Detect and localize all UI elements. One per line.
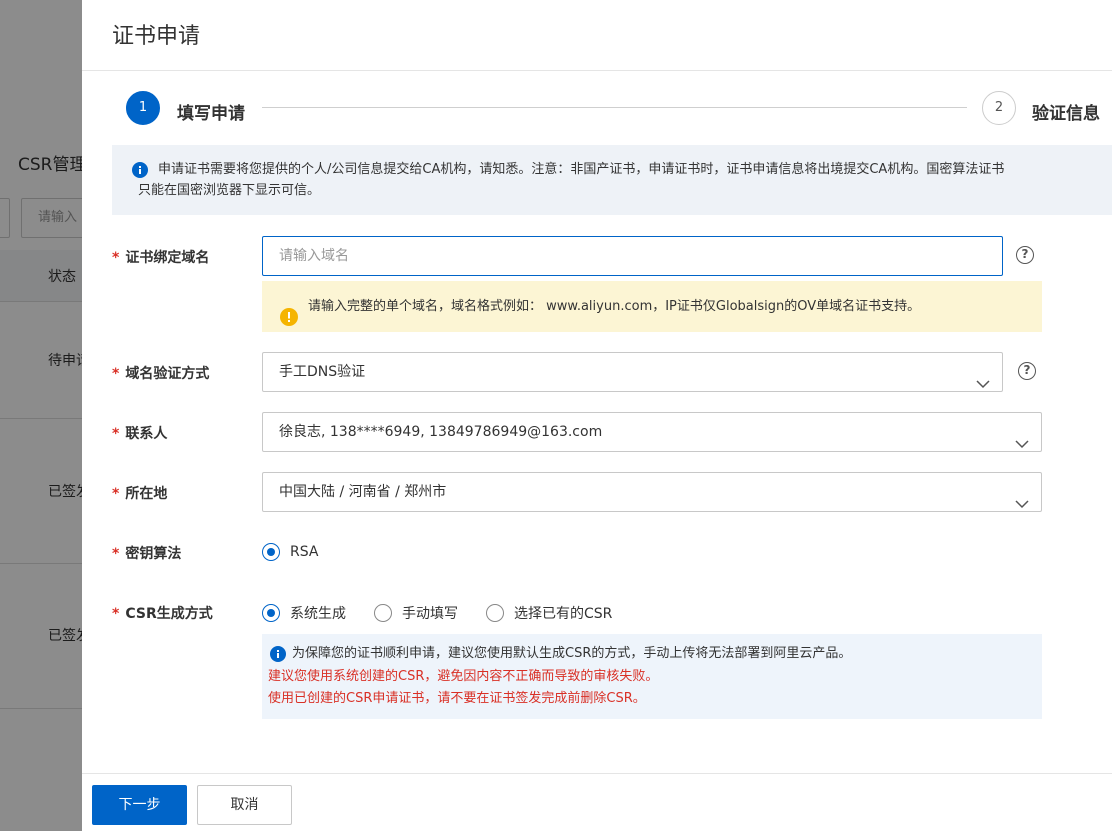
chevron-down-icon xyxy=(1015,426,1029,464)
csr-info-text: 为保障您的证书顺利申请，建议您使用默认生成CSR的方式，手动上传将无法部署到阿里… xyxy=(292,646,852,661)
location-label: * 所在地 xyxy=(112,486,168,502)
key-algorithm-label: * 密钥算法 xyxy=(112,546,182,562)
ca-notice-banner: 申请证书需要将您提供的个人/公司信息提交给CA机构，请知悉。注意：非国产证书，申… xyxy=(112,145,1112,215)
next-step-button[interactable]: 下一步 xyxy=(92,785,187,825)
step-connector-line xyxy=(262,107,967,108)
certificate-application-drawer: 证书申请 1 填写申请 2 验证信息 申请证书需要将您提供的个人/公司信息提交给… xyxy=(82,0,1112,831)
info-icon xyxy=(132,162,148,185)
chevron-down-icon xyxy=(1015,486,1029,524)
notice-line-1: 申请证书需要将您提供的个人/公司信息提交给CA机构，请知悉。注意：非国产证书，申… xyxy=(158,162,1005,177)
verify-method-help-icon[interactable]: ? xyxy=(1018,362,1036,380)
step-2-label: 验证信息 xyxy=(1032,104,1100,124)
contact-label: * 联系人 xyxy=(112,426,168,442)
domain-input[interactable]: 请输入域名 xyxy=(262,236,1003,276)
manual-fill-radio[interactable]: 手动填写 xyxy=(374,603,458,623)
chevron-down-icon xyxy=(976,366,990,404)
domain-warning-text: 请输入完整的单个域名，域名格式例如： www.aliyun.com，IP证书仅G… xyxy=(308,299,921,314)
csr-method-label: * CSR生成方式 xyxy=(112,606,213,622)
domain-help-icon[interactable]: ? xyxy=(1016,246,1034,264)
contact-select[interactable]: 徐良志, 138****6949, 13849786949@163.com xyxy=(262,412,1042,452)
csr-warning-1: 建议您使用系统创建的CSR，避免因内容不正确而导致的审核失败。 xyxy=(268,669,659,684)
step-2-circle: 2 xyxy=(982,91,1016,125)
drawer-footer: 下一步 取消 xyxy=(82,773,1112,831)
steps-indicator: 1 填写申请 2 验证信息 xyxy=(126,91,1112,127)
drawer-header: 证书申请 xyxy=(82,0,1112,71)
verify-method-select[interactable]: 手工DNS验证 xyxy=(262,352,1003,392)
notice-line-2: 只能在国密浏览器下显示可信。 xyxy=(138,183,321,198)
system-generate-radio[interactable]: 系统生成 xyxy=(262,603,346,623)
location-select[interactable]: 中国大陆 / 河南省 / 郑州市 xyxy=(262,472,1042,512)
info-icon xyxy=(270,646,286,671)
drawer-title: 证书申请 xyxy=(112,24,201,49)
rsa-radio[interactable]: RSA xyxy=(262,543,318,561)
domain-warning-box: 请输入完整的单个域名，域名格式例如： www.aliyun.com，IP证书仅G… xyxy=(262,281,1042,332)
warning-icon xyxy=(280,297,298,348)
domain-label: * 证书绑定域名 xyxy=(112,250,210,266)
csr-warning-2: 使用已创建的CSR申请证书，请不要在证书签发完成前删除CSR。 xyxy=(268,691,646,706)
verify-method-label: * 域名验证方式 xyxy=(112,366,210,382)
csr-info-box: 为保障您的证书顺利申请，建议您使用默认生成CSR的方式，手动上传将无法部署到阿里… xyxy=(262,634,1042,719)
select-existing-csr-radio[interactable]: 选择已有的CSR xyxy=(486,603,612,623)
step-1-label: 填写申请 xyxy=(177,104,245,124)
step-1-circle: 1 xyxy=(126,91,160,125)
cancel-button[interactable]: 取消 xyxy=(197,785,292,825)
